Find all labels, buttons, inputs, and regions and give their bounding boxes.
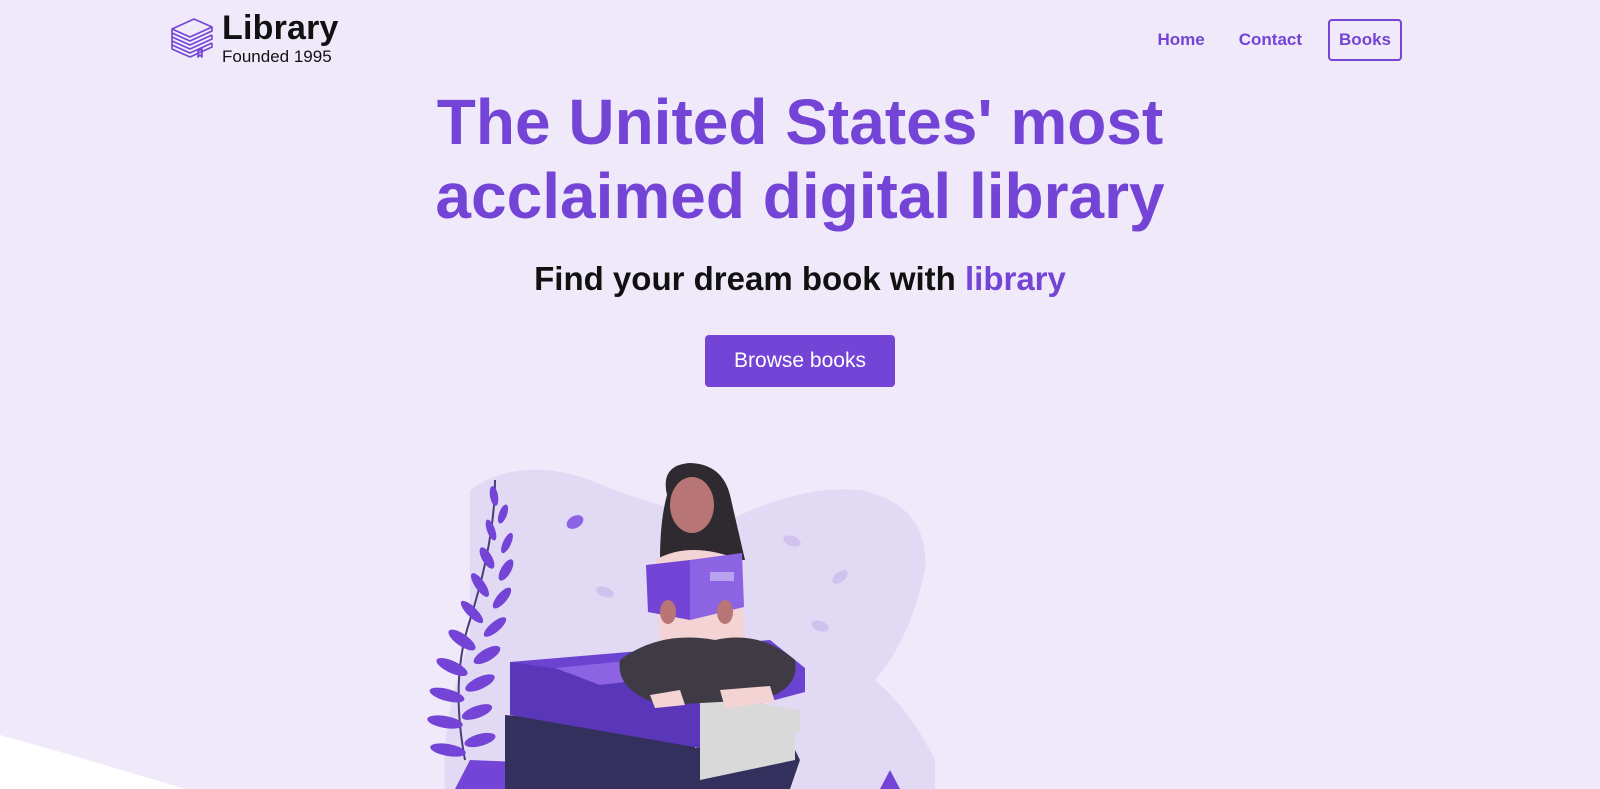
nav-home-link[interactable]: Home <box>1158 30 1205 50</box>
hero-subtitle-prefix: Find your dream book with <box>534 260 965 297</box>
hero-title-line2: acclaimed digital library <box>435 160 1165 232</box>
leaf-deco <box>596 586 614 598</box>
brand-title: Library <box>222 9 339 47</box>
hero-subtitle-accent: library <box>964 260 1066 297</box>
reading-person <box>619 463 796 708</box>
hero-title-line1: The United States' most <box>436 86 1164 158</box>
nav-contact-link[interactable]: Contact <box>1239 30 1302 50</box>
leaf-deco <box>880 770 900 789</box>
hero-title: The United States' most acclaimed digita… <box>0 85 1600 233</box>
brand-logo[interactable]: Library Founded 1995 <box>168 8 339 68</box>
book-stack <box>455 640 805 789</box>
bottom-left-shape <box>0 735 185 789</box>
brand-subtitle: Founded 1995 <box>222 47 332 66</box>
leaf-deco <box>783 535 801 547</box>
browse-books-button[interactable]: Browse books <box>705 335 895 387</box>
plant-stem <box>457 479 496 761</box>
plant-leaves <box>427 486 514 757</box>
stacked-books-icon <box>171 18 213 58</box>
main-nav: Home Contact Books <box>1124 19 1402 61</box>
nav-books-button[interactable]: Books <box>1328 19 1402 61</box>
blob-background <box>444 469 935 789</box>
site-header: Library Founded 1995 Home Contact Books <box>0 0 1600 82</box>
hero-subtitle: Find your dream book with library <box>0 255 1600 303</box>
leaf-deco <box>811 620 829 632</box>
leaf-deco <box>566 515 584 529</box>
leaf-deco <box>832 570 848 584</box>
